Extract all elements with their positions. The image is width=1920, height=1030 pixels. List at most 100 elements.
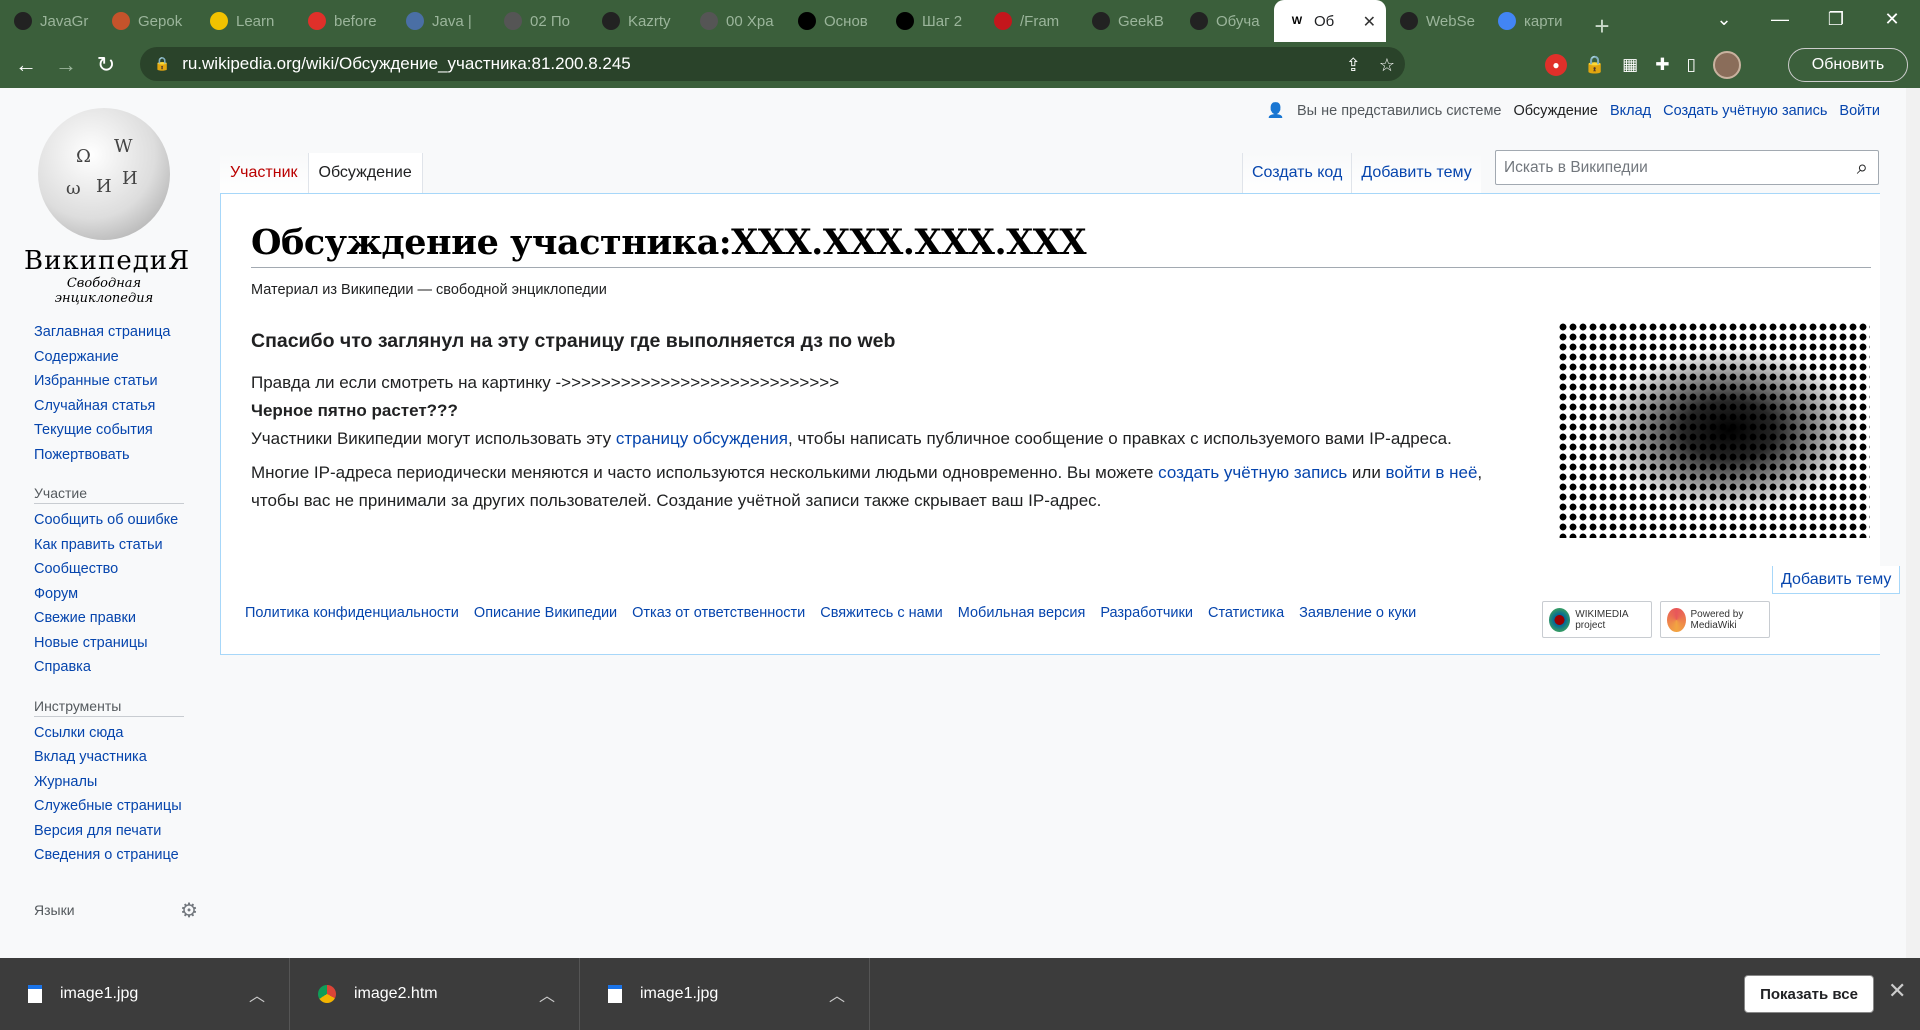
footer-link[interactable]: Мобильная версия: [958, 605, 1086, 621]
browser-tab[interactable]: Learn: [196, 0, 294, 42]
address-bar[interactable]: 🔒 ru.wikipedia.org/wiki/Обсуждение_участ…: [140, 47, 1405, 81]
sidebar-link[interactable]: Свежие правки: [34, 606, 204, 631]
browser-tab[interactable]: Kazrty: [588, 0, 686, 42]
lock-extension-icon[interactable]: 🔒: [1584, 55, 1605, 75]
extension-red-icon[interactable]: ●: [1545, 54, 1567, 76]
browser-tab[interactable]: карти: [1484, 0, 1582, 42]
sidebar-link[interactable]: Случайная статья: [34, 394, 204, 419]
file-icon: [28, 985, 42, 1003]
browser-tab[interactable]: W Об ✕: [1274, 0, 1386, 42]
sidebar-link[interactable]: Версия для печати: [34, 819, 204, 844]
browser-tab[interactable]: Основ: [784, 0, 882, 42]
download-item[interactable]: image1.jpg ︿: [580, 958, 870, 1030]
para2-text-a: Многие IP-адреса периодически меняются и…: [251, 463, 1159, 482]
browser-tab[interactable]: JavaGr: [0, 0, 98, 42]
tab-add-topic[interactable]: Добавить тему: [1351, 153, 1481, 193]
user-talk-link[interactable]: Обсуждение: [1513, 103, 1597, 119]
tab-label: JavaGr: [40, 12, 89, 30]
create-account-inline-link[interactable]: создать учётную запись: [1158, 463, 1347, 482]
sidebar-link[interactable]: Сообщить об ошибке: [34, 508, 204, 533]
footer-link[interactable]: Заявление о куки: [1299, 605, 1416, 621]
wiki-logo[interactable]: Ω W И ω И ВикипедиЯ Свободная энциклопед…: [24, 108, 189, 306]
sidebar-link[interactable]: Справка: [34, 655, 204, 680]
page-scrollbar[interactable]: [1906, 88, 1920, 958]
create-account-link[interactable]: Создать учётную запись: [1663, 103, 1827, 119]
back-button[interactable]: ←: [6, 45, 46, 85]
sidebar-link[interactable]: Новые страницы: [34, 631, 204, 656]
footer-link[interactable]: Отказ от ответственности: [632, 605, 805, 621]
browser-tab[interactable]: GeekB: [1078, 0, 1176, 42]
sidebar-link[interactable]: Служебные страницы: [34, 794, 204, 819]
footer-link[interactable]: Описание Википедии: [474, 605, 617, 621]
sidebar-link[interactable]: Форум: [34, 582, 204, 607]
browser-tab[interactable]: Шаг 2: [882, 0, 980, 42]
wikimedia-badge-text: WIKIMEDIA project: [1575, 608, 1629, 631]
sidebar-link[interactable]: Избранные статьи: [34, 369, 204, 394]
maximize-button[interactable]: ❐: [1808, 0, 1864, 38]
close-icon[interactable]: ✕: [1363, 12, 1376, 32]
footer-badges: WIKIMEDIA project Powered by MediaWiki: [1542, 601, 1770, 638]
tab-talk[interactable]: Обсуждение: [308, 153, 423, 193]
download-item[interactable]: image1.jpg ︿: [0, 958, 290, 1030]
sidebar-link[interactable]: Ссылки сюда: [34, 721, 204, 746]
sidebar-link[interactable]: Вклад участника: [34, 745, 204, 770]
sidebar-link[interactable]: Сообщество: [34, 557, 204, 582]
close-icon[interactable]: ✕: [1888, 978, 1906, 1004]
chevron-up-icon[interactable]: ︿: [829, 982, 845, 1006]
tab-user[interactable]: Участник: [220, 153, 309, 193]
star-icon[interactable]: ☆: [1379, 55, 1395, 76]
user-contrib-link[interactable]: Вклад: [1610, 103, 1651, 119]
wikimedia-badge[interactable]: WIKIMEDIA project: [1542, 601, 1652, 638]
forward-button[interactable]: →: [46, 45, 86, 85]
browser-tab[interactable]: 00 Хра: [686, 0, 784, 42]
download-item[interactable]: image2.htm ︿: [290, 958, 580, 1030]
close-window-button[interactable]: ✕: [1864, 0, 1920, 38]
sidebar-link[interactable]: Журналы: [34, 770, 204, 795]
browser-tab[interactable]: Gepok: [98, 0, 196, 42]
show-all-button[interactable]: Показать все: [1744, 975, 1874, 1013]
browser-tab[interactable]: 02 По: [490, 0, 588, 42]
browser-tab[interactable]: WebSe: [1386, 0, 1484, 42]
sidebar-link[interactable]: Текущие события: [34, 418, 204, 443]
search-icon[interactable]: ⌕: [1857, 157, 1868, 180]
sidebar-link[interactable]: Пожертвовать: [34, 443, 204, 468]
sidebar-link[interactable]: Заглавная страница: [34, 320, 204, 345]
add-topic-button[interactable]: Добавить тему: [1772, 566, 1901, 594]
footer-link[interactable]: Разработчики: [1100, 605, 1193, 621]
talk-page-link[interactable]: страницу обсуждения: [616, 429, 788, 448]
browser-tab[interactable]: Обуча: [1176, 0, 1274, 42]
browser-tab[interactable]: /Fram: [980, 0, 1078, 42]
sidebar-link[interactable]: Содержание: [34, 345, 204, 370]
update-button[interactable]: Обновить: [1788, 48, 1908, 82]
browser-tab[interactable]: Java |: [392, 0, 490, 42]
login-inline-link[interactable]: войти в неё: [1386, 463, 1478, 482]
puzzle-icon[interactable]: ✚: [1655, 55, 1669, 75]
chevron-up-icon[interactable]: ︿: [539, 982, 555, 1006]
new-tab-button[interactable]: +: [1582, 11, 1622, 42]
mediawiki-badge[interactable]: Powered by MediaWiki: [1660, 601, 1770, 638]
share-icon[interactable]: ⇪: [1346, 55, 1361, 76]
github-icon: [602, 12, 620, 30]
login-link[interactable]: Войти: [1839, 103, 1880, 119]
reload-button[interactable]: ↻: [86, 45, 126, 85]
tab-create-source[interactable]: Создать код: [1242, 153, 1352, 193]
tab-label: Основ: [824, 12, 868, 30]
tab-label: Gepok: [138, 12, 183, 30]
globe-icon: [700, 12, 718, 30]
sidebar-link[interactable]: Как править статьи: [34, 533, 204, 558]
sidepanel-icon[interactable]: ▯: [1686, 55, 1695, 75]
optical-illusion-image[interactable]: [1558, 322, 1870, 538]
gear-icon[interactable]: ⚙: [180, 898, 198, 923]
footer-link[interactable]: Свяжитесь с нами: [820, 605, 942, 621]
lock-icon[interactable]: 🔒: [154, 56, 170, 72]
footer-link[interactable]: Политика конфиденциальности: [245, 605, 459, 621]
sidebar-link[interactable]: Сведения о странице: [34, 843, 204, 868]
chevron-down-icon[interactable]: ⌄: [1696, 0, 1752, 38]
footer-link[interactable]: Статистика: [1208, 605, 1284, 621]
chevron-up-icon[interactable]: ︿: [249, 982, 265, 1006]
profile-avatar[interactable]: [1712, 51, 1741, 79]
minimize-button[interactable]: —: [1752, 0, 1808, 38]
search-input[interactable]: Искать в Википедии ⌕: [1495, 150, 1879, 185]
browser-tab[interactable]: before: [294, 0, 392, 42]
flag-extension-icon[interactable]: ▦: [1622, 55, 1638, 75]
